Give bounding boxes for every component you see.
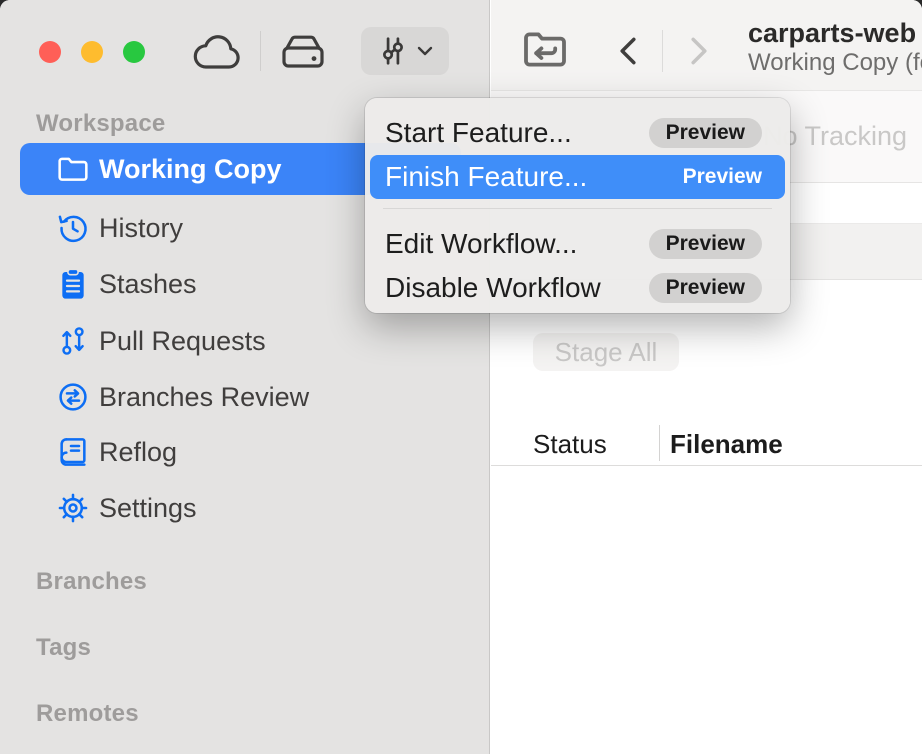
history-icon — [56, 211, 90, 245]
back-chevron-icon[interactable] — [613, 35, 643, 67]
sidebar-item-label: Working Copy — [99, 154, 282, 185]
menu-separator — [383, 208, 772, 209]
chevron-down-icon — [417, 46, 433, 56]
stage-all-button[interactable]: Stage All — [533, 333, 679, 371]
sidebar-item-branches-review[interactable]: Branches Review — [20, 371, 461, 423]
workflow-icon — [378, 35, 408, 67]
main-toolbar: carparts-web Working Copy (fe — [491, 0, 922, 91]
window-close-button[interactable] — [39, 41, 61, 63]
sidebar-item-label: Pull Requests — [99, 326, 266, 357]
menu-item-disable-workflow[interactable]: Disable Workflow Preview — [365, 266, 790, 310]
sidebar-item-label: Reflog — [99, 437, 177, 468]
folder-return-icon[interactable] — [521, 28, 569, 70]
preview-badge: Preview — [649, 118, 762, 148]
menu-item-label: Finish Feature... — [385, 161, 666, 193]
preview-badge: Preview — [666, 162, 762, 192]
sidebar-item-label: History — [99, 213, 183, 244]
column-divider[interactable] — [659, 425, 660, 461]
sidebar-item-label: Branches Review — [99, 382, 309, 413]
sidebar-section-tags[interactable]: Tags — [36, 634, 91, 662]
preview-badge: Preview — [649, 229, 762, 259]
window-minimize-button[interactable] — [81, 41, 103, 63]
sidebar-item-label: Stashes — [99, 269, 197, 300]
nav-divider — [662, 30, 663, 72]
menu-item-finish-feature[interactable]: Finish Feature... Preview — [370, 155, 785, 199]
workflow-dropdown-button[interactable] — [361, 27, 449, 75]
sidebar-item-settings[interactable]: Settings — [20, 482, 461, 534]
repo-header: carparts-web Working Copy (fe — [748, 17, 922, 77]
menu-item-start-feature[interactable]: Start Feature... Preview — [365, 111, 790, 155]
workflow-dropdown-menu: Start Feature... Preview Finish Feature.… — [365, 98, 790, 313]
sidebar-item-label: Settings — [99, 493, 197, 524]
folder-icon — [56, 152, 90, 186]
repo-title: carparts-web — [748, 17, 922, 49]
toolbar-divider — [260, 31, 261, 71]
column-header-filename[interactable]: Filename — [670, 429, 783, 460]
app-window: Workspace Working Copy History — [0, 0, 922, 754]
column-header-status[interactable]: Status — [533, 429, 607, 460]
sidebar-section-branches[interactable]: Branches — [36, 568, 147, 596]
sidebar-section-workspace: Workspace — [36, 110, 165, 138]
sidebar-item-reflog[interactable]: Reflog — [20, 426, 461, 478]
drive-icon[interactable] — [280, 33, 326, 71]
preview-badge: Preview — [649, 273, 762, 303]
window-zoom-button[interactable] — [123, 41, 145, 63]
repo-subtitle: Working Copy (fe — [748, 49, 922, 77]
file-table-header: Status Filename — [491, 425, 922, 466]
reflog-icon — [56, 435, 90, 469]
sidebar-item-pull-requests[interactable]: Pull Requests — [20, 315, 461, 367]
pull-request-icon — [56, 324, 90, 358]
sidebar-section-remotes[interactable]: Remotes — [36, 700, 139, 728]
cloud-icon[interactable] — [191, 33, 247, 71]
gear-icon — [56, 491, 90, 525]
menu-item-label: Edit Workflow... — [385, 228, 649, 260]
stashes-icon — [56, 267, 90, 301]
menu-item-label: Disable Workflow — [385, 272, 649, 304]
menu-item-label: Start Feature... — [385, 117, 649, 149]
forward-chevron-icon[interactable] — [684, 35, 714, 67]
menu-item-edit-workflow[interactable]: Edit Workflow... Preview — [365, 222, 790, 266]
branches-review-icon — [56, 380, 90, 414]
